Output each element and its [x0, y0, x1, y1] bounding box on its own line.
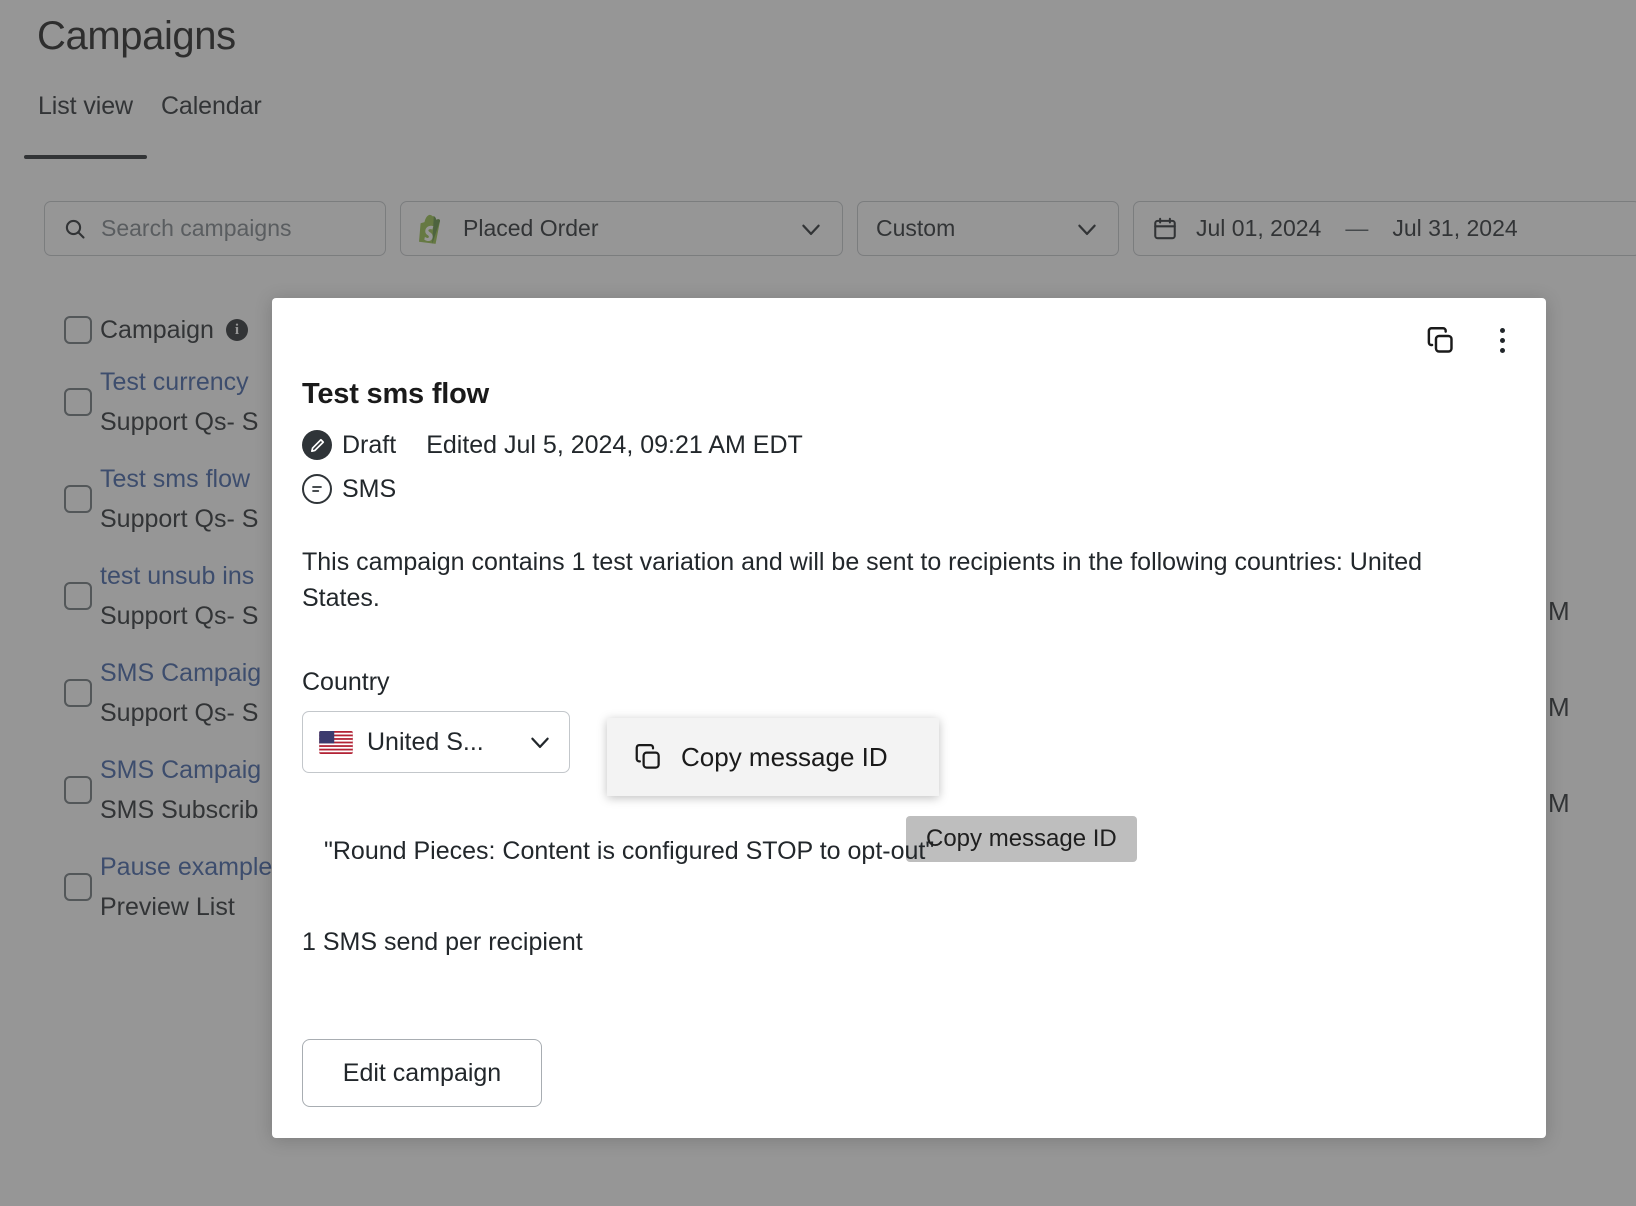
menu-item-label: Copy message ID [681, 742, 888, 773]
menu-item-copy-message-id[interactable]: Copy message ID [607, 718, 939, 796]
edit-campaign-button[interactable]: Edit campaign [302, 1039, 542, 1107]
app-screen: Campaigns List view Calendar Search camp… [0, 0, 1636, 1206]
context-menu: Copy message ID [607, 718, 939, 796]
channel-row: SMS [302, 474, 1516, 504]
more-vertical-icon[interactable] [1482, 320, 1522, 360]
copy-icon [633, 742, 663, 772]
send-info: 1 SMS send per recipient [302, 928, 1516, 957]
status-row: Draft Edited Jul 5, 2024, 09:21 AM EDT [302, 430, 1516, 460]
status-badge: Draft [302, 430, 396, 460]
status-badge-label: Draft [342, 431, 396, 460]
campaign-description: This campaign contains 1 test variation … [302, 544, 1452, 616]
us-flag-icon [319, 731, 353, 754]
channel-badge: SMS [302, 474, 396, 504]
channel-badge-label: SMS [342, 475, 396, 504]
country-select[interactable]: United S... [302, 711, 570, 773]
country-label: Country [302, 668, 1516, 697]
sms-bubble-icon [302, 474, 332, 504]
tooltip-copy-message-id: Copy message ID [906, 816, 1137, 862]
modal-title: Test sms flow [302, 378, 1516, 411]
chevron-down-icon [527, 729, 553, 755]
kebab-dots [1500, 328, 1505, 353]
copy-icon[interactable] [1420, 320, 1460, 360]
pencil-icon [302, 430, 332, 460]
country-value: United S... [367, 728, 513, 757]
modal-action-bar [1420, 320, 1522, 360]
modal-content: Test sms flow Draft Edited Jul 5, 2024, … [272, 298, 1546, 1107]
edited-timestamp: Edited Jul 5, 2024, 09:21 AM EDT [426, 431, 803, 460]
